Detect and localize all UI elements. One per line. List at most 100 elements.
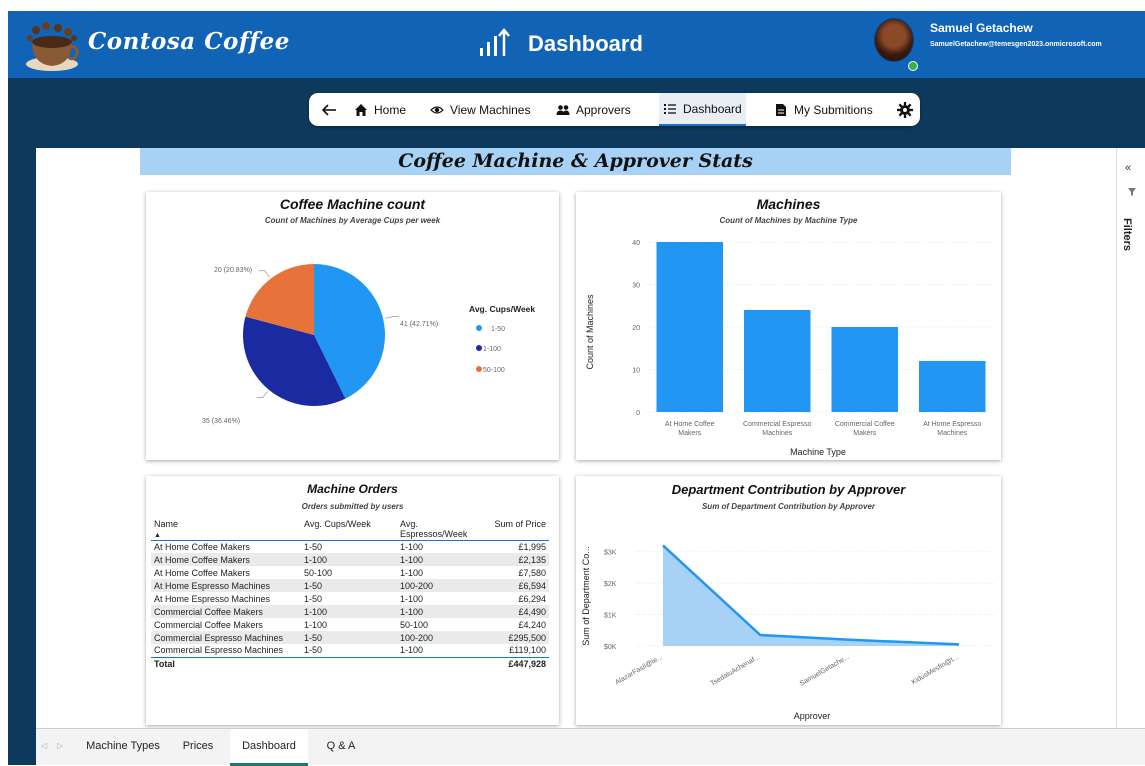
bar[interactable] [919, 361, 986, 412]
back-button[interactable] [321, 93, 343, 126]
area-y-tick-label: $3K [604, 550, 617, 557]
report-canvas: Coffee Machine & Approver Stats Coffee M… [36, 148, 1116, 728]
top-bar: Contosa Coffee Dashboard Samuel Getachew… [8, 11, 1145, 78]
orders-table: Name ▲ Avg. Cups/Week Avg. Espressos/Week… [151, 519, 549, 671]
legend-label: 1-50 [491, 326, 505, 333]
area-x-axis-title: Approver [794, 711, 831, 721]
arrow-left-icon [321, 103, 336, 116]
table-row: Commercial Coffee Makers 1-100 1-100 £4,490 [151, 605, 549, 618]
area-x-tick-label: SamuelGetache... [799, 654, 851, 688]
table-row: At Home Coffee Makers 1-100 1-100 £2,135 [151, 553, 549, 566]
area-x-tick-label: TsedaluAchenaf... [710, 654, 762, 688]
bar-x-tick-label: Makers [678, 430, 701, 437]
nav-bar: Home View Machines Approvers Dashboard M… [309, 93, 920, 126]
column-header[interactable]: Name ▲ [151, 519, 301, 541]
app-window: Contosa Coffee Dashboard Samuel Getachew… [8, 11, 1145, 766]
tab-q-and-a[interactable]: Q & A [315, 729, 367, 766]
nav-home[interactable]: Home [354, 93, 406, 126]
bar-chart-card[interactable]: Machines Count of Machines by Machine Ty… [576, 192, 1001, 460]
table-title: Machine Orders [307, 482, 398, 496]
user-email: SamuelGetachew@temesgen2023.onmicrosoft.… [930, 41, 1102, 48]
bar-y-tick-label: 30 [632, 283, 640, 290]
bar-y-tick-label: 10 [632, 368, 640, 375]
list-icon [664, 103, 676, 114]
table-row: At Home Coffee Makers 1-50 1-100 £1,995 [154, 541, 546, 552]
legend-title: Avg. Cups/Week [469, 304, 535, 314]
filters-label: Filters [1121, 218, 1133, 252]
legend-swatch [476, 325, 482, 331]
tab-scroll-right-icon[interactable]: ▷ [57, 741, 63, 750]
bar-y-axis-title: Count of Machines [585, 294, 595, 370]
pie-chart: 41 (42.71%) 35 (36.46%) 20 (20.83%) Avg.… [202, 264, 535, 425]
nav-approvers-label: Approvers [576, 102, 631, 117]
nav-my-submitions[interactable]: My Submitions [774, 93, 873, 126]
gear-icon [897, 101, 913, 118]
tab-machine-types[interactable]: Machine Types [80, 729, 166, 766]
bar-x-tick-label: At Home Coffee [665, 421, 715, 428]
legend-swatch [476, 366, 482, 372]
home-icon [355, 103, 367, 116]
user-name: Samuel Getachew [930, 21, 1033, 35]
tab-scroll-left-icon[interactable]: ◁ [41, 741, 47, 750]
nav-view-machines-label: View Machines [450, 102, 531, 117]
filters-pane[interactable]: « Filters [1116, 148, 1145, 728]
legend-label: 50-100 [483, 367, 505, 374]
bar-y-tick-label: 20 [632, 325, 640, 332]
pie-data-label: 41 (42.71%) [400, 321, 438, 328]
bar-x-axis-title: Machine Type [790, 447, 846, 457]
table-subtitle: Orders submitted by users [301, 502, 404, 511]
bar-y-tick-label: 0 [636, 410, 640, 417]
nav-view-machines[interactable]: View Machines [430, 93, 530, 126]
table-row: Commercial Espresso Machines 1-50 1-100 £11… [154, 645, 546, 656]
eye-icon [430, 105, 444, 114]
sort-ascending-icon: ▲ [154, 532, 161, 539]
nav-dashboard[interactable]: Dashboard [659, 93, 746, 126]
document-icon [776, 103, 786, 116]
table-row: Commercial Espresso Machines 1-50 100-200 £… [151, 631, 549, 644]
bar-x-tick-label: Machines [937, 430, 967, 437]
nav-approvers[interactable]: Approvers [556, 93, 631, 126]
pie-chart-card[interactable]: Coffee Machine count Count of Machines b… [146, 192, 559, 460]
bar-x-tick-label: Makers [853, 430, 876, 437]
nav-dashboard-label: Dashboard [683, 101, 742, 116]
bar-x-tick-label: At Home Espresso [923, 421, 981, 428]
legend-swatch [476, 345, 482, 351]
area-fill [663, 545, 959, 646]
nav-home-label: Home [374, 102, 407, 117]
avatar[interactable] [874, 18, 914, 62]
table-row: At Home Coffee Makers 50-100 1-100 £7,580 [154, 567, 546, 578]
tab-dashboard[interactable]: Dashboard [230, 729, 308, 766]
pie-data-label: 35 (36.46%) [202, 418, 240, 425]
area-x-tick-label: AlazarFasil@te... [614, 654, 664, 687]
bar-y-tick-label: 40 [632, 240, 640, 247]
area-y-axis-title: Sum of Department Co... [581, 546, 591, 646]
bar[interactable] [744, 310, 811, 412]
table-row: At Home Espresso Machines 1-50 100-200 £6,5… [151, 579, 549, 592]
bar-x-tick-label: Commercial Espresso [743, 421, 812, 428]
column-header[interactable]: Sum of Price [489, 519, 549, 541]
bar[interactable] [656, 242, 724, 412]
area-chart-card[interactable]: Department Contribution by Approver Sum … [576, 476, 1001, 725]
settings-button[interactable] [897, 93, 913, 126]
table-row: At Home Espresso Machines 1-50 1-100 £6,294 [154, 593, 546, 604]
presence-badge [908, 61, 918, 71]
page-title: Dashboard [528, 31, 643, 56]
column-header[interactable]: Avg. Cups/Week [301, 519, 397, 541]
table-row: Commercial Coffee Makers 1-100 50-100 £4,24… [154, 619, 546, 630]
bar-chart: 0 10 20 30 40 At Home Coffee Makers Commercial… [585, 240, 996, 457]
area-y-tick-label: $0K [604, 644, 617, 651]
table-total-row: Total £447,928 [151, 656, 549, 671]
table-card[interactable]: Machine Orders Orders submitted by users… [146, 476, 559, 725]
tab-prices[interactable]: Prices [173, 729, 223, 766]
bar[interactable] [831, 327, 899, 412]
table-header-row: Name ▲ Avg. Cups/Week Avg. Espressos/Week… [151, 519, 549, 541]
bar-chart-icon [480, 28, 510, 56]
collapse-chevron-icon[interactable]: « [1125, 162, 1131, 174]
brand-name: Contosa Coffee [88, 28, 290, 55]
pie-data-label: 20 (20.83%) [214, 267, 252, 274]
area-x-tick-label: KidusMesfin@t... [911, 654, 960, 687]
column-header[interactable]: Avg. Espressos/Week [397, 519, 489, 541]
nav-my-submitions-label: My Submitions [794, 102, 873, 117]
coffee-cup-logo [26, 22, 79, 71]
page-tabs: ◁ ▷ Machine Types Prices Dashboard Q & A [36, 728, 1145, 766]
